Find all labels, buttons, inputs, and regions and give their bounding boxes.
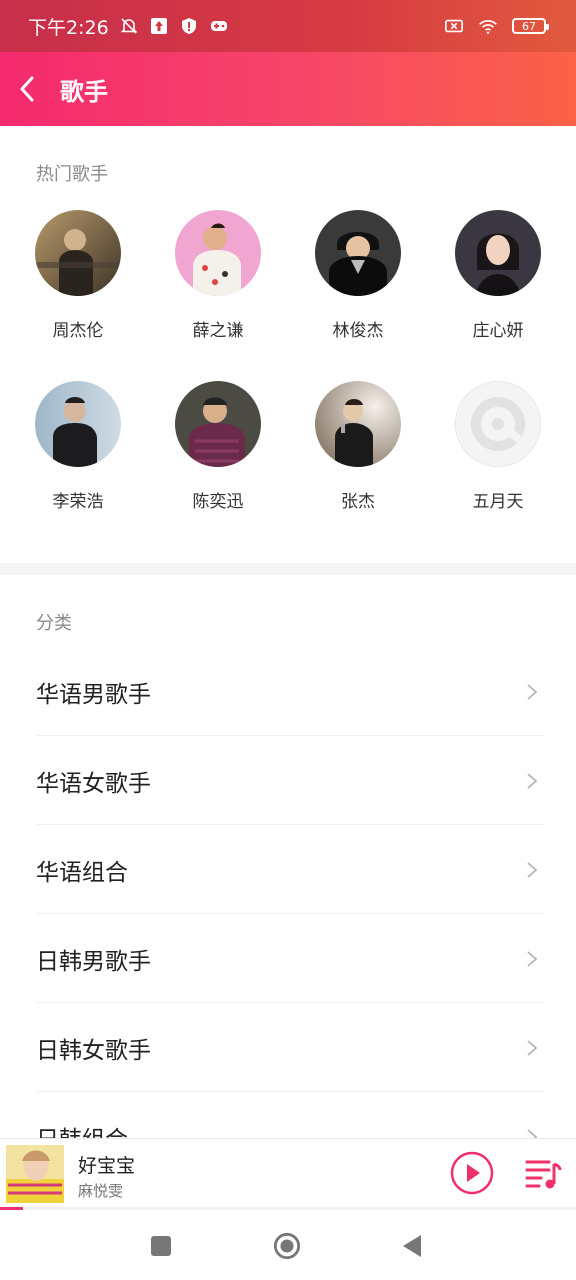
artist-name: 李荣浩 (52, 492, 104, 512)
square-icon (151, 1236, 171, 1256)
hot-singers-heading: 热门歌手 (36, 164, 108, 185)
playlist-icon[interactable] (524, 1156, 562, 1192)
artist-avatar (315, 210, 401, 296)
category-list: 华语男歌手 华语女歌手 华语组合 日韩男歌手 日韩女歌手 日韩组合 (0, 647, 576, 1181)
category-label: 华语男歌手 (36, 681, 151, 708)
chevron-right-icon (527, 861, 538, 878)
home-button[interactable] (273, 1232, 301, 1260)
artist-avatar (35, 381, 121, 467)
category-item[interactable]: 华语组合 (0, 825, 576, 914)
artist-avatar (35, 210, 121, 296)
chevron-right-icon (527, 772, 538, 789)
artist-item[interactable]: 周杰伦 (18, 210, 138, 341)
artist-name: 周杰伦 (52, 321, 104, 341)
category-label: 华语组合 (36, 859, 128, 886)
artist-avatar (315, 381, 401, 467)
category-label: 华语女歌手 (36, 770, 151, 797)
artist-item[interactable]: 张杰 (298, 381, 418, 512)
artist-avatar (175, 210, 261, 296)
triangle-back-icon (403, 1235, 421, 1257)
artist-name: 陈奕迅 (192, 492, 244, 512)
album-art[interactable] (6, 1145, 64, 1203)
back-nav-button[interactable] (398, 1232, 426, 1260)
app-header: 歌手 (0, 52, 576, 126)
system-nav-bar (0, 1210, 576, 1280)
artist-avatar (175, 381, 261, 467)
page-title: 歌手 (60, 77, 108, 106)
mute-icon (120, 18, 138, 34)
artist-name: 林俊杰 (332, 321, 384, 341)
artist-name: 五月天 (472, 492, 524, 512)
artist-avatar (455, 210, 541, 296)
song-artist: 麻悦雯 (78, 1182, 124, 1200)
mini-player[interactable]: 好宝宝 麻悦雯 (0, 1138, 576, 1209)
category-item[interactable]: 华语男歌手 (0, 647, 576, 736)
upload-icon (150, 18, 167, 34)
status-bar: 下午2:26 67 (0, 0, 576, 52)
home-circle-icon (273, 1232, 301, 1260)
recent-apps-button[interactable] (147, 1232, 175, 1260)
artist-item[interactable]: 林俊杰 (298, 210, 418, 341)
artist-item[interactable]: 薛之谦 (158, 210, 278, 341)
category-label: 日韩男歌手 (36, 948, 151, 975)
artist-item[interactable]: 陈奕迅 (158, 381, 278, 512)
wifi-icon (479, 20, 497, 34)
category-item[interactable]: 日韩男歌手 (0, 914, 576, 1003)
categories-heading: 分类 (36, 613, 72, 634)
chevron-right-icon (527, 683, 538, 700)
chevron-right-icon (527, 950, 538, 967)
battery-indicator: 67 (512, 18, 549, 34)
category-item[interactable]: 日韩女歌手 (0, 1003, 576, 1092)
category-item[interactable]: 华语女歌手 (0, 736, 576, 825)
artist-name: 张杰 (341, 492, 375, 512)
chevron-left-icon (20, 76, 34, 102)
artist-item[interactable]: 五月天 (438, 381, 558, 512)
gamepad-icon (210, 21, 227, 31)
status-time: 下午2:26 (28, 16, 109, 39)
artist-name: 薛之谦 (192, 321, 244, 341)
artist-avatar-placeholder (455, 381, 541, 467)
shield-icon (181, 18, 196, 34)
artist-item[interactable]: 庄心妍 (438, 210, 558, 341)
artist-item[interactable]: 李荣浩 (18, 381, 138, 512)
back-button[interactable] (2, 52, 52, 126)
chevron-right-icon (527, 1039, 538, 1056)
play-icon[interactable] (450, 1151, 494, 1195)
category-label: 日韩女歌手 (36, 1037, 151, 1064)
sim-off-icon (445, 19, 463, 33)
section-divider (0, 563, 576, 575)
artist-name: 庄心妍 (472, 321, 524, 341)
song-title: 好宝宝 (78, 1155, 136, 1177)
